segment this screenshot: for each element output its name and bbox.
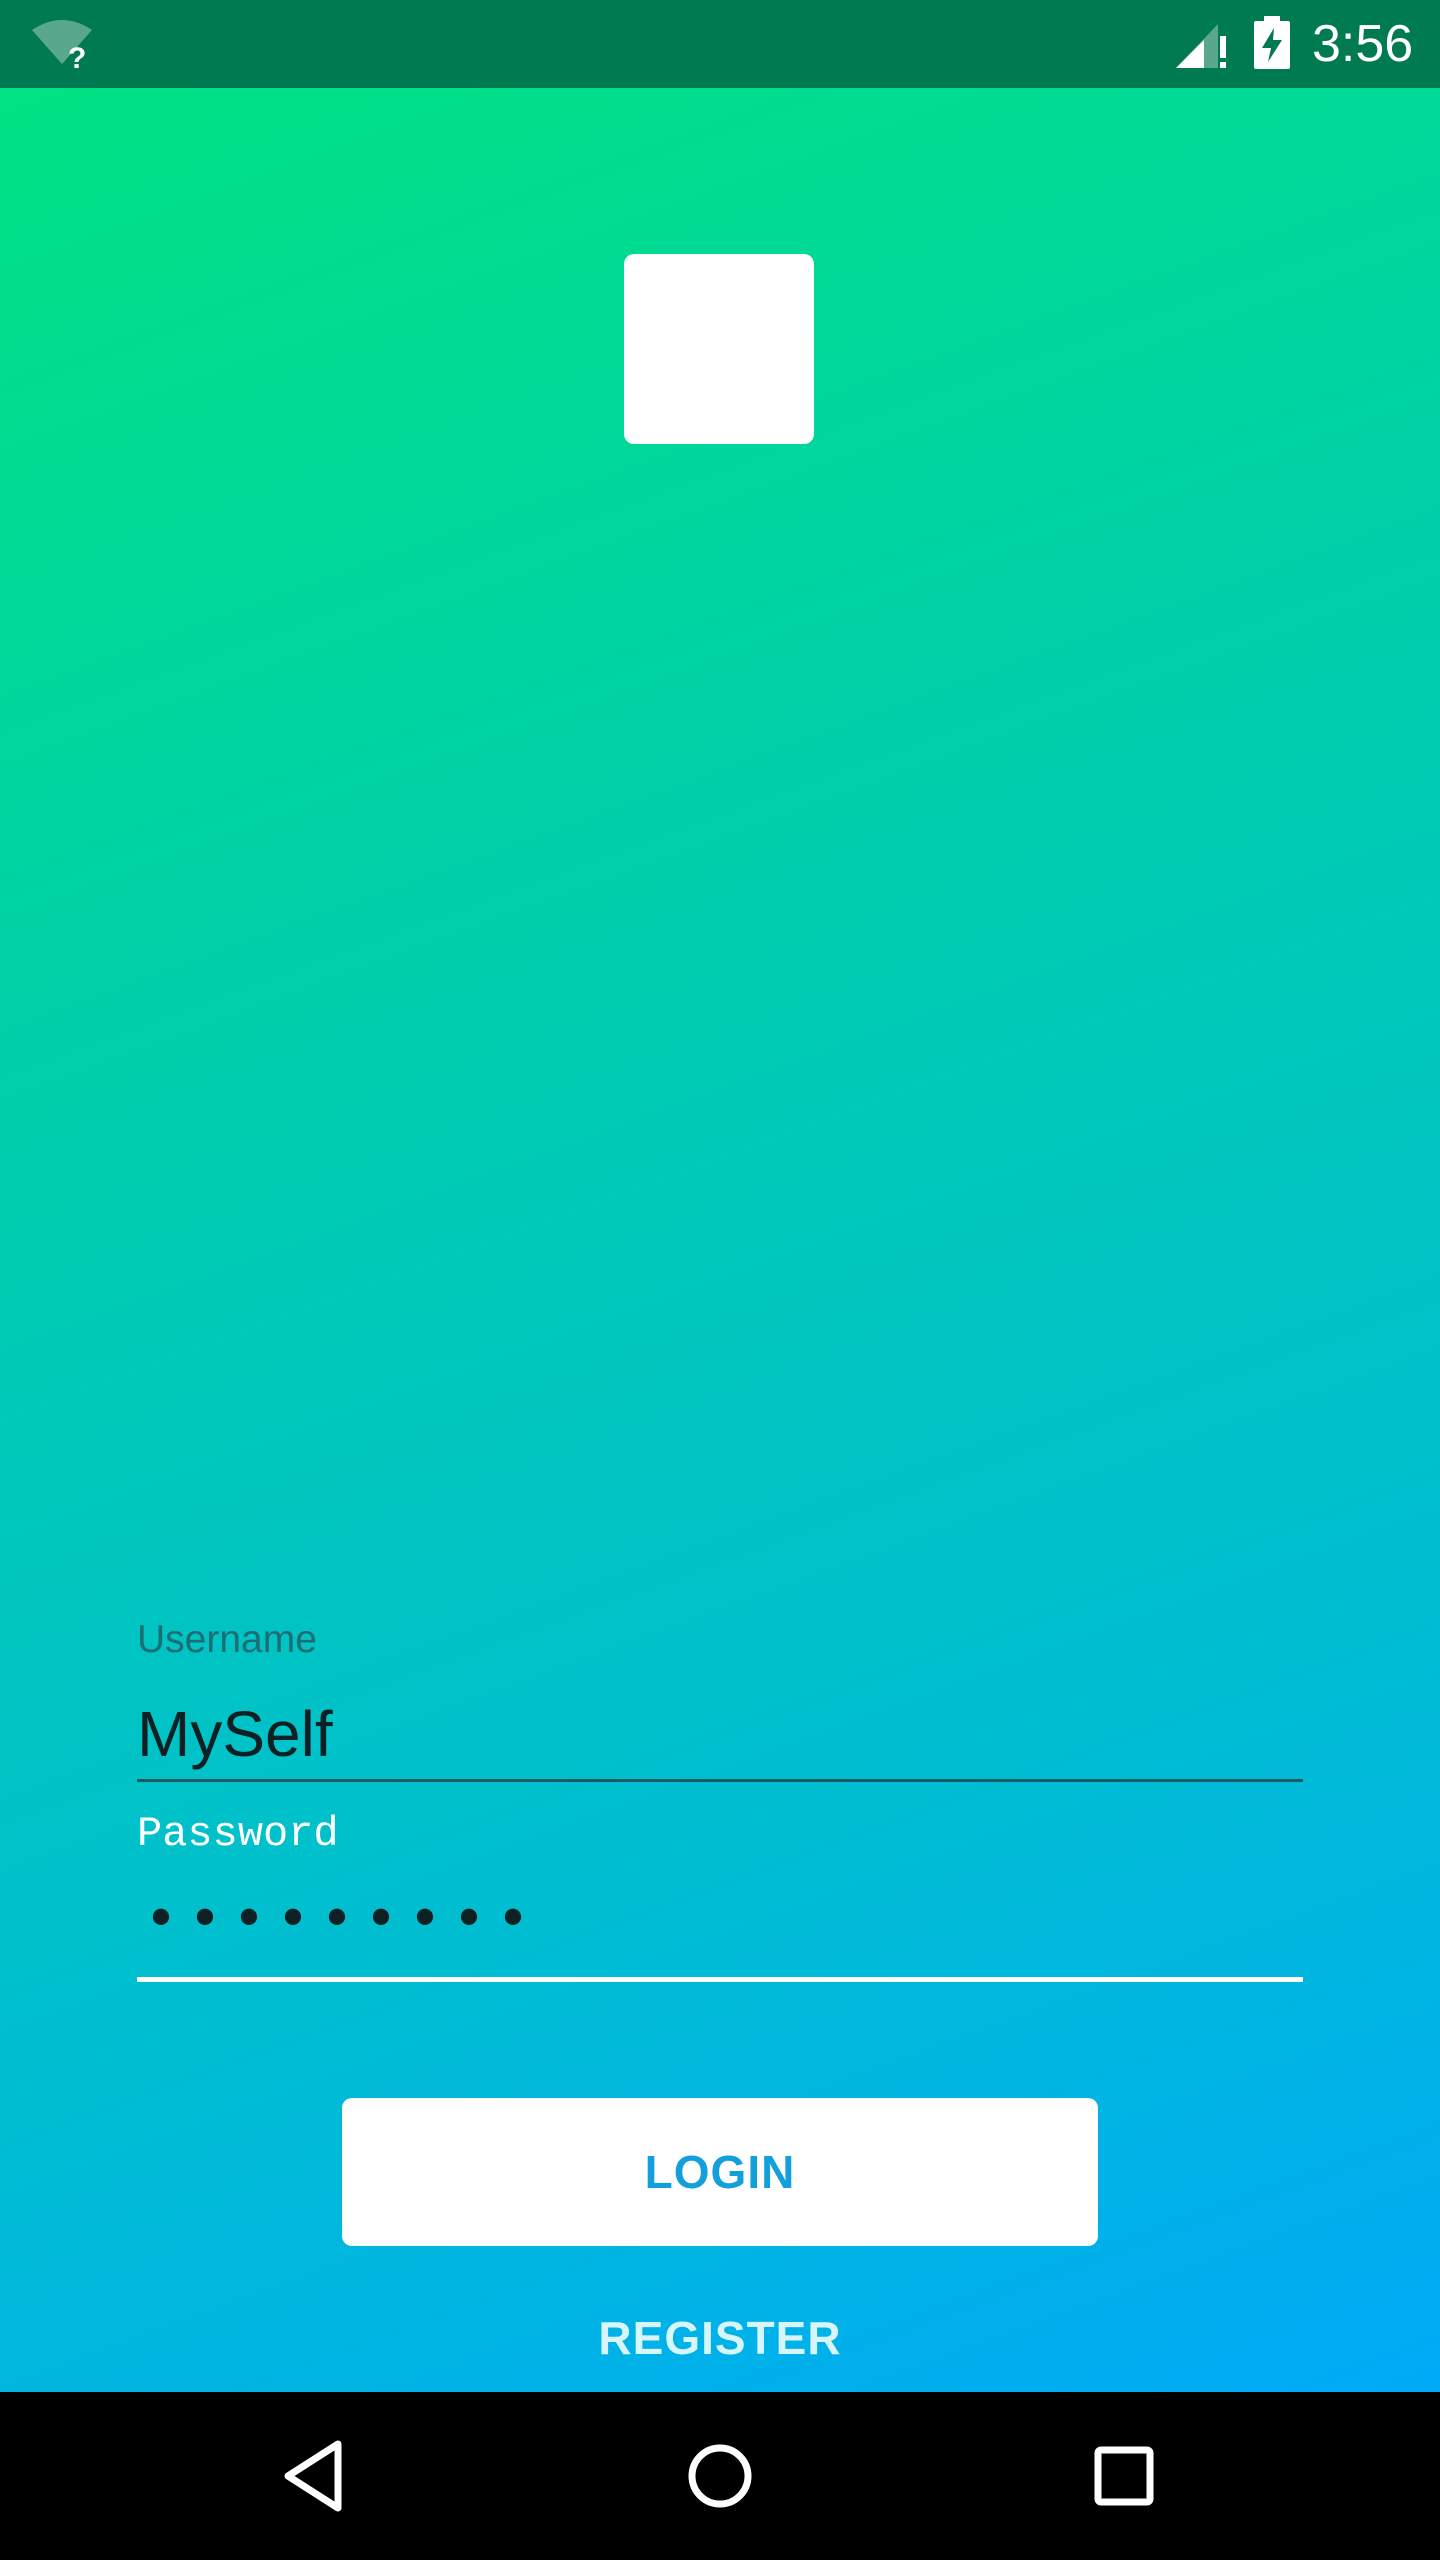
- back-icon[interactable]: [274, 2434, 358, 2518]
- battery-charging-icon: [1254, 16, 1290, 69]
- wifi-unknown-icon: ?: [32, 20, 92, 70]
- password-masked-value: •••••••••: [143, 1888, 540, 1956]
- username-input[interactable]: [137, 1688, 1303, 1782]
- home-icon[interactable]: [678, 2434, 762, 2518]
- svg-text:?: ?: [68, 42, 86, 70]
- login-button[interactable]: LOGIN: [342, 2098, 1098, 2246]
- cell-signal-alert-icon: [1176, 24, 1226, 68]
- navigation-bar: [0, 2392, 1440, 2560]
- app-logo: [624, 254, 814, 444]
- status-bar: ? 3:56: [0, 0, 1440, 88]
- recents-icon[interactable]: [1082, 2434, 1166, 2518]
- password-label: Password: [137, 1810, 339, 1858]
- username-label: Username: [137, 1618, 317, 1661]
- login-screen: Username Password ••••••••• LOGIN REGIST…: [0, 88, 1440, 2392]
- register-button[interactable]: REGISTER: [520, 2298, 920, 2378]
- password-input[interactable]: •••••••••: [137, 1878, 1303, 1982]
- status-time: 3:56: [1312, 15, 1414, 73]
